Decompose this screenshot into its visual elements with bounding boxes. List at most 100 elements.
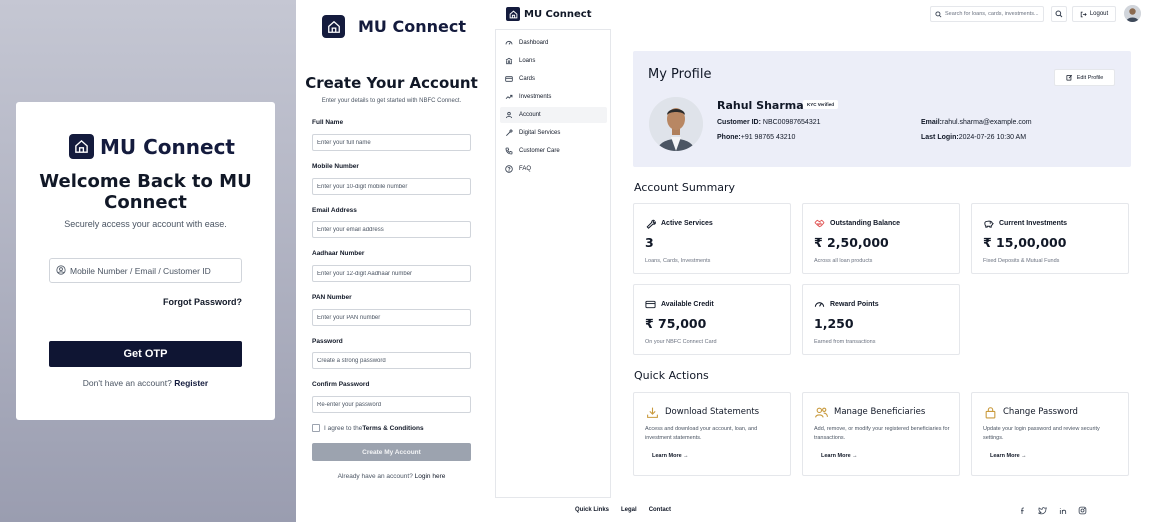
learn-more-link[interactable]: Learn More → [990, 453, 1027, 459]
sidebar-item-loans[interactable]: Loans [500, 53, 607, 69]
download-icon [645, 405, 659, 419]
loans-icon [504, 57, 513, 66]
quick-action-desc: Update your login password and review se… [983, 426, 1100, 441]
twitter-icon[interactable] [1037, 505, 1048, 516]
register-subtitle: Enter your details to get started with N… [321, 98, 462, 104]
aadhaar-input[interactable] [312, 265, 471, 282]
manage-beneficiaries-card[interactable]: Manage Beneficiaries Add, remove, or mod… [802, 392, 960, 476]
brand-name: MU Connect [524, 8, 592, 20]
register-prompt: Don't have an account? Register [16, 378, 275, 388]
instagram-icon[interactable] [1077, 505, 1088, 516]
edit-profile-label: Edit Profile [1076, 74, 1104, 81]
full-name-input[interactable] [312, 134, 471, 151]
quick-action-desc: Add, remove, or modify your registered b… [814, 426, 950, 441]
forgot-password-link[interactable]: Forgot Password? [163, 297, 242, 307]
facebook-icon[interactable] [1017, 505, 1028, 516]
customer-id-label: Customer ID: [717, 119, 761, 126]
dashboard-brand[interactable]: MU Connect [506, 7, 592, 21]
login-card: MU Connect Welcome Back to MU Connect Se… [16, 102, 275, 420]
last-login-row: Last Login:2024-07-26 10:30 AM [921, 134, 1026, 141]
download-statements-card[interactable]: Download Statements Access and download … [633, 392, 791, 476]
learn-more-link[interactable]: Learn More → [652, 453, 689, 459]
register-panel: MU Connect Create Your Account Enter you… [296, 0, 494, 522]
sidebar-item-investments[interactable]: Investments [500, 89, 607, 105]
profile-name: Rahul Sharma [717, 99, 804, 112]
sidebar-item-customer-care[interactable]: Customer Care [500, 143, 607, 159]
stat-value: 1,250 [814, 316, 854, 331]
wrench-icon [645, 218, 656, 229]
aadhaar-label: Aadhaar Number [312, 250, 365, 257]
dashboard-icon [504, 39, 513, 48]
sidebar-item-label: Customer Care [519, 148, 560, 154]
login-id-input[interactable] [70, 265, 230, 276]
get-otp-button[interactable]: Get OTP [49, 341, 242, 367]
create-account-button[interactable]: Create My Account [312, 443, 471, 461]
terms-link[interactable]: Terms & Conditions [362, 425, 423, 432]
brand-name: MU Connect [100, 134, 235, 159]
email-label: Email: [921, 119, 943, 126]
search-icon [1055, 10, 1063, 18]
confirm-password-input[interactable] [312, 396, 471, 413]
pan-label: PAN Number [312, 294, 352, 301]
sidebar-item-label: Dashboard [519, 40, 549, 46]
account-icon [504, 111, 513, 120]
sidebar-item-dashboard[interactable]: Dashboard [500, 35, 607, 51]
home-logo-icon [69, 134, 94, 159]
login-here-link[interactable]: Login here [415, 473, 446, 480]
login-panel: MU Connect Welcome Back to MU Connect Se… [0, 0, 296, 522]
kyc-status-badge: KYC Verified [803, 100, 839, 109]
change-password-card[interactable]: Change Password Update your login passwo… [971, 392, 1129, 476]
card-icon [504, 75, 513, 84]
sidebar-item-account[interactable]: Account [500, 107, 607, 123]
page-title: Welcome Back to MU Connect [39, 171, 252, 213]
faq-icon [504, 165, 513, 174]
footer-link-contact[interactable]: Contact [649, 507, 671, 513]
home-logo-icon [322, 15, 345, 38]
avatar[interactable] [1124, 5, 1141, 22]
page-subtitle: Securely access your account with ease. [64, 219, 227, 229]
customer-id-row: Customer ID: NBC00987654321 [717, 119, 821, 126]
sidebar-item-label: Digital Services [519, 130, 561, 136]
login-brand: MU Connect [69, 134, 235, 159]
active-services-card: Active Services 3 Loans, Cards, Investme… [633, 203, 791, 274]
sidebar-item-digital-services[interactable]: Digital Services [500, 125, 607, 141]
password-input[interactable] [312, 352, 471, 369]
search-button[interactable] [1051, 6, 1067, 22]
outstanding-balance-card: Outstanding Balance ₹ 2,50,000 Across al… [802, 203, 960, 274]
sidebar: Dashboard Loans Cards Investments Accoun… [495, 29, 611, 498]
sidebar-item-cards[interactable]: Cards [500, 71, 607, 87]
stat-note: Loans, Cards, Investments [645, 258, 711, 264]
topbar: MU Connect Logout [494, 0, 1153, 30]
login-id-field[interactable] [49, 258, 242, 283]
footer-link-quick-links[interactable]: Quick Links [575, 507, 609, 513]
pan-input[interactable] [312, 309, 471, 326]
email-input[interactable] [312, 221, 471, 238]
confirm-password-label: Confirm Password [312, 381, 370, 388]
terms-checkbox[interactable] [312, 424, 320, 432]
email-value: rahul.sharma@example.com [942, 119, 1032, 126]
piggy-bank-icon [983, 218, 994, 229]
edit-profile-button[interactable]: Edit Profile [1054, 69, 1115, 86]
footer-link-legal[interactable]: Legal [621, 507, 637, 513]
quick-action-title: Change Password [1003, 407, 1078, 417]
quick-actions-title: Quick Actions [634, 369, 709, 382]
account-summary-title: Account Summary [634, 181, 736, 194]
users-icon [814, 405, 828, 419]
learn-more-link[interactable]: Learn More → [821, 453, 858, 459]
search-field[interactable] [930, 6, 1044, 22]
terms-prefix: I agree to the [324, 424, 363, 432]
linkedin-icon[interactable] [1057, 505, 1068, 516]
logout-button[interactable]: Logout [1072, 6, 1116, 22]
register-link[interactable]: Register [174, 378, 208, 388]
mobile-input[interactable] [312, 178, 471, 195]
stat-label: Available Credit [661, 301, 714, 308]
register-brand: MU Connect [322, 15, 466, 38]
current-investments-card: Current Investments ₹ 15,00,000 Fixed De… [971, 203, 1129, 274]
stat-note: Earned from transactions [814, 339, 876, 345]
sidebar-item-faq[interactable]: FAQ [500, 161, 607, 177]
profile-title: My Profile [648, 67, 712, 82]
stat-note: Across all loan products [814, 258, 873, 264]
register-title: Create Your Account [305, 74, 478, 92]
quick-action-desc: Access and download your account, loan, … [645, 426, 758, 441]
search-input[interactable] [945, 11, 1043, 17]
